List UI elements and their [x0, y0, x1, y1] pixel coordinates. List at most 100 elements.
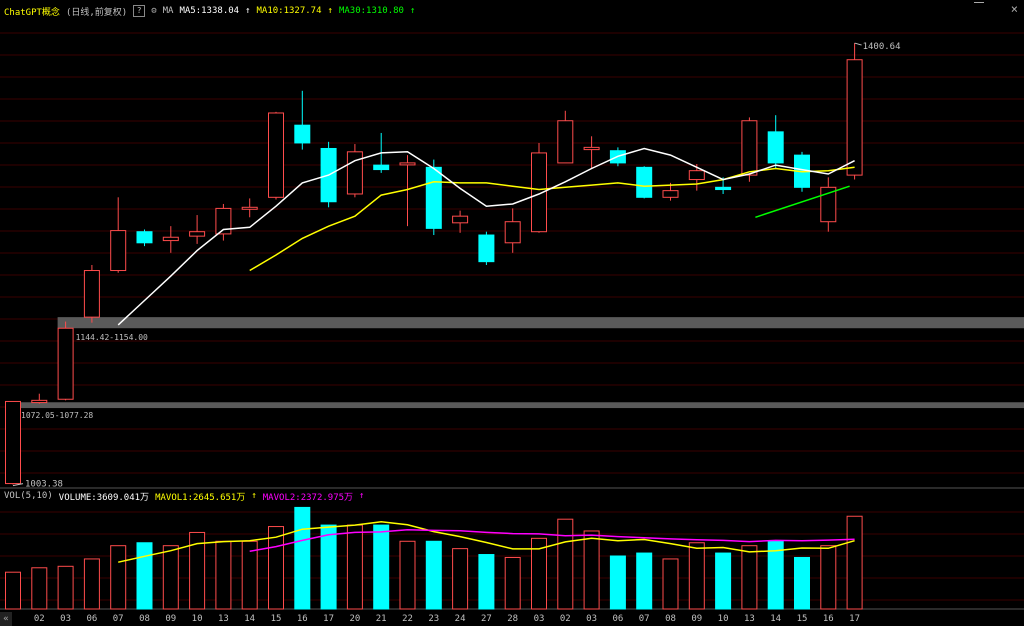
volume-bar [241, 540, 258, 610]
volume-bar [373, 524, 390, 610]
date-tick-label: 24 [455, 614, 466, 624]
date-tick-label: 23 [428, 614, 439, 624]
volume-bar [662, 558, 679, 610]
volume-bar [31, 567, 48, 610]
volume-bar [820, 545, 837, 610]
candle-body [662, 190, 679, 198]
date-tick-label: 21 [376, 614, 387, 624]
candle-body [583, 146, 600, 151]
volume-bar [794, 556, 810, 610]
date-tick-label: 10 [718, 614, 729, 624]
volume-bar [110, 545, 127, 610]
high-price-label: 1400.64 [863, 42, 901, 52]
mavol2-line [249, 529, 855, 553]
date-tick-label: 22 [402, 614, 413, 624]
date-tick-label: 07 [113, 614, 124, 624]
candle-body [478, 234, 495, 263]
volume-value: VOLUME:3609.041万 [58, 492, 150, 503]
price-chart[interactable]: 02 03 06 07 08 09 10 13 14 15 16 17 20 21 22 23 24 27 28 03… [0, 0, 1024, 626]
volume-bar [609, 555, 626, 610]
volume-bar [294, 506, 311, 610]
candle-body [346, 151, 363, 195]
date-tick-label: 09 [691, 614, 702, 624]
candle-body [268, 112, 284, 198]
candle-body [31, 399, 48, 404]
date-tick-label: 17 [323, 614, 334, 624]
chart-window: { "header": { "title": "ChatGPT概念", "mod… [0, 0, 1024, 626]
candle-body [5, 400, 21, 485]
candle-body [189, 231, 206, 237]
date-tick-label: 14 [770, 614, 781, 624]
date-tick-label: 28 [507, 614, 518, 624]
date-tick-label: 09 [165, 614, 176, 624]
candle-body [452, 215, 469, 224]
volume-bar [688, 542, 705, 610]
candle-body [846, 59, 863, 176]
candle-body [741, 120, 758, 176]
volume-bar [136, 542, 153, 610]
high-pointer [854, 42, 862, 46]
candle-body [425, 166, 442, 229]
candle-body [767, 131, 784, 164]
date-tick-label: 06 [86, 614, 97, 624]
candlesticks [5, 43, 863, 485]
candle-body [688, 170, 705, 181]
volume-bar [399, 540, 416, 610]
gap-band-upper [57, 317, 1024, 329]
candle-body [373, 164, 390, 171]
volume-bar [346, 524, 363, 610]
date-tick-label: 08 [139, 614, 150, 624]
date-tick-label: 16 [297, 614, 308, 624]
date-tick-label: 16 [823, 614, 834, 624]
volume-bar [452, 548, 469, 610]
gap-band-lower [5, 402, 1024, 409]
date-tick-label: 10 [192, 614, 203, 624]
candle-body [57, 327, 74, 400]
volume-bar [215, 540, 232, 610]
mavol1-value: MAVOL1:2645.651万 [155, 492, 246, 503]
candle-body [110, 230, 127, 272]
candle-body [241, 206, 258, 210]
date-tick-label: 07 [639, 614, 650, 624]
date-tick-label: 03 [586, 614, 597, 624]
volume-bar [268, 526, 284, 610]
volume-bar [320, 524, 337, 610]
date-tick-label: 15 [271, 614, 282, 624]
mavol2-up-arrow: ↑ [359, 491, 365, 501]
candle-body [136, 231, 153, 244]
date-tick-label: 08 [665, 614, 676, 624]
volume-bar [83, 558, 100, 610]
candle-body [162, 236, 179, 242]
scroll-left-button[interactable]: « [0, 612, 12, 626]
volume-bar [57, 565, 74, 610]
date-tick-label: 27 [481, 614, 492, 624]
ma10-line [249, 166, 855, 272]
date-tick-label: 13 [744, 614, 755, 624]
volume-bar [478, 554, 495, 610]
date-tick-label: 14 [244, 614, 255, 624]
gap-upper-label: 1144.42-1154.00 [76, 333, 148, 342]
candle-body [715, 186, 732, 191]
mavol1-up-arrow: ↑ [251, 491, 257, 501]
volume-bar [162, 545, 179, 610]
volume-bar [715, 552, 732, 610]
candle-body [636, 166, 653, 198]
candle-body [399, 162, 416, 166]
volume-bar [504, 556, 521, 610]
date-tick-label: 02 [34, 614, 45, 624]
candle-body [504, 221, 521, 244]
date-tick-label: 03 [534, 614, 545, 624]
date-tick-label: 17 [849, 614, 860, 624]
date-tick-label: 03 [60, 614, 71, 624]
candle-body [557, 120, 574, 164]
volume-bar [425, 540, 442, 610]
date-tick-label: 06 [612, 614, 623, 624]
date-axis: 02 03 06 07 08 09 10 13 14 15 16 17 20 21 22 23 24 27 28 03… [34, 614, 860, 624]
volume-indicator-label[interactable]: VOL(5,10) [4, 491, 53, 501]
mavol2-value: MAVOL2:2372.975万 [262, 492, 354, 503]
volume-bar [5, 571, 21, 610]
volume-bar [741, 545, 758, 610]
volume-bar [583, 530, 600, 610]
volume-header: VOL(5,10) VOLUME:3609.041万 MAVOL1:2645.6… [0, 489, 1024, 503]
volume-bar [636, 552, 653, 610]
